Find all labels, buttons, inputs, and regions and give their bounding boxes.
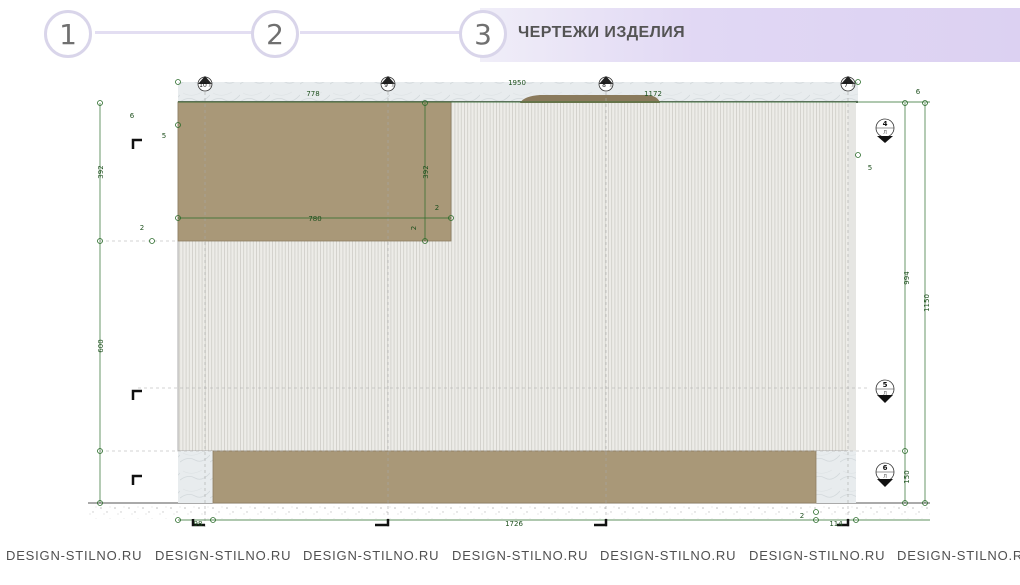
level-marker-5: 5 Л	[875, 379, 895, 403]
dim-left-middle: 600	[97, 339, 105, 352]
dim-left-gap: 2	[140, 224, 144, 232]
section-sheet: Л	[609, 83, 612, 88]
section-corner-mark	[131, 474, 142, 485]
watermark-strip: DESIGN-STILNO.RU DESIGN-STILNO.RU DESIGN…	[0, 548, 1020, 564]
level-number: 4	[883, 120, 888, 128]
dim-left-inner-offset: 5	[162, 132, 166, 140]
level-sheet: Л	[883, 391, 887, 397]
level-marker-6: 6 Л	[875, 462, 895, 487]
section-sheet: Л	[208, 83, 211, 88]
dim-right-offset: 5	[868, 164, 872, 172]
furniture-elevation-drawing: 10 Л 9 Л 8 Л 7 Л 4 Л 5 Л 6 Л 778 1950 11…	[88, 76, 931, 530]
section-number: 9	[384, 82, 388, 89]
dim-cabinet-gap-right: 2	[435, 204, 439, 212]
dim-cabinet-width: 780	[308, 215, 321, 223]
dim-bottom-gap: 2	[800, 512, 804, 520]
section-number: 10	[199, 82, 207, 89]
level-number: 5	[883, 381, 888, 389]
dim-top-total: 1950	[508, 79, 526, 87]
dim-top-right: 1172	[644, 90, 662, 98]
dim-left-offset-top: 6	[130, 112, 135, 120]
dim-right-total: 1150	[923, 294, 931, 312]
plinth-stone-left	[178, 451, 213, 503]
plinth-stone-right	[816, 451, 856, 503]
watermark-text: DESIGN-STILNO.RU	[749, 548, 886, 563]
dim-right-offset-top: 6	[916, 88, 921, 96]
watermark-text: DESIGN-STILNO.RU	[897, 548, 1020, 563]
dim-cabinet-height: 392	[422, 165, 430, 178]
level-number: 6	[883, 464, 888, 472]
section-number: 7	[844, 82, 848, 89]
section-corner-mark	[131, 138, 142, 149]
dim-top-left: 778	[306, 90, 319, 98]
watermark-text: DESIGN-STILNO.RU	[155, 548, 292, 563]
section-number: 8	[602, 82, 606, 89]
section-marker-8: 8 Л	[598, 76, 614, 92]
dim-bottom-left: 98	[194, 520, 203, 528]
dim-cabinet-gap-bottom: 2	[410, 226, 418, 230]
dim-left-top: 392	[97, 165, 105, 178]
section-marker-9: 9 Л	[380, 76, 396, 92]
section-marker-10: 10 Л	[197, 76, 213, 92]
watermark-text: DESIGN-STILNO.RU	[6, 548, 143, 563]
section-sheet: Л	[851, 83, 854, 88]
dim-right-upper: 994	[903, 271, 911, 285]
level-marker-4: 4 Л	[875, 118, 895, 143]
level-sheet: Л	[883, 474, 887, 480]
watermark-text: DESIGN-STILNO.RU	[303, 548, 440, 563]
watermark-text: DESIGN-STILNO.RU	[600, 548, 737, 563]
dim-bottom-middle: 1726	[505, 520, 523, 528]
watermark-text: DESIGN-STILNO.RU	[452, 548, 589, 563]
section-sheet: Л	[391, 83, 394, 88]
dim-right-lower: 150	[903, 470, 911, 483]
section-marker-7: 7 Л	[840, 76, 856, 92]
section-corner-mark	[131, 389, 142, 400]
level-sheet: Л	[883, 130, 887, 136]
dim-bottom-right: 114	[829, 520, 843, 528]
plinth-veneer	[212, 450, 817, 504]
